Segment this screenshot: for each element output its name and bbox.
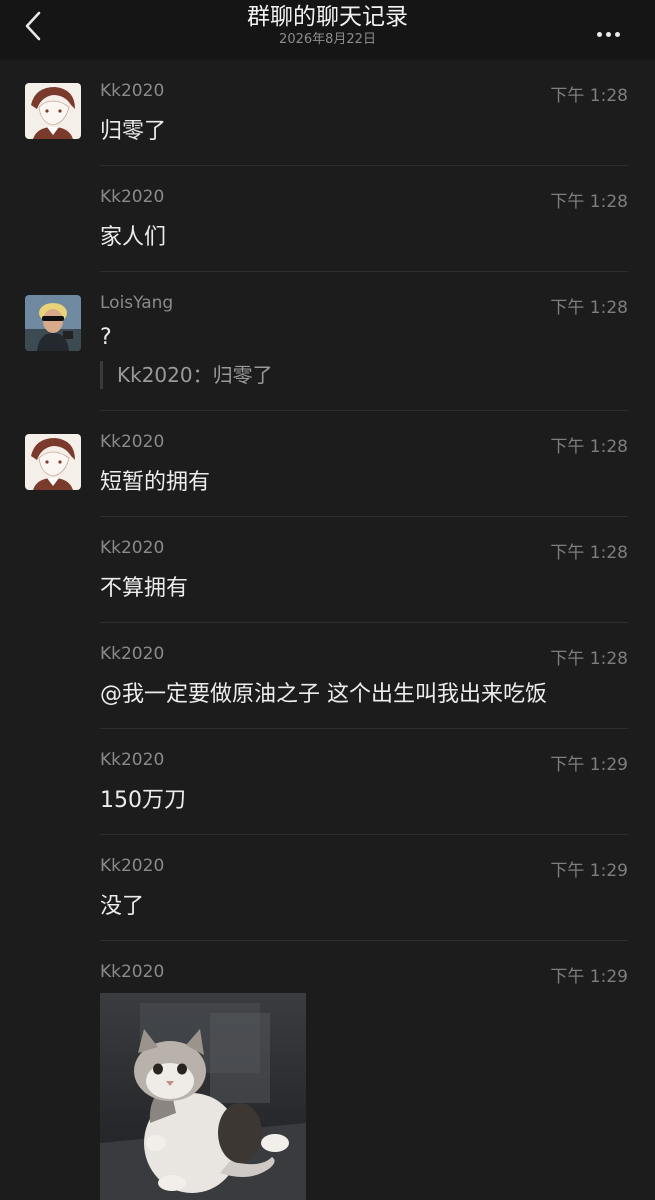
sender-name: Kk2020 <box>100 962 165 982</box>
message-text[interactable]: 归零了 <box>100 113 166 145</box>
message-text[interactable]: 150万刀 <box>100 782 186 814</box>
more-options-icon[interactable] <box>597 22 629 37</box>
sender-name: Kk2020 <box>100 187 165 207</box>
header-bar: 群聊的聊天记录 2026年8月22日 <box>0 0 655 60</box>
sender-name: Kk2020 <box>100 432 165 452</box>
message-text[interactable]: 没了 <box>100 888 144 920</box>
divider <box>100 728 628 729</box>
message-time: 下午 1:28 <box>550 649 628 669</box>
message-time: 下午 1:29 <box>550 755 628 775</box>
message-time: 下午 1:28 <box>550 437 628 457</box>
sender-name: Kk2020 <box>100 644 165 664</box>
divider <box>100 271 628 272</box>
divider <box>100 165 628 166</box>
divider <box>100 834 628 835</box>
sender-name: Kk2020 <box>100 856 165 876</box>
message-time: 下午 1:28 <box>550 543 628 563</box>
message-text[interactable]: 家人们 <box>100 219 166 251</box>
avatar-loisyang[interactable] <box>25 295 81 351</box>
message-time: 下午 1:28 <box>550 86 628 106</box>
message-time: 下午 1:28 <box>550 298 628 318</box>
message-text[interactable]: 不算拥有 <box>100 570 188 602</box>
cat-photo-message[interactable] <box>100 993 306 1200</box>
sender-name: Kk2020 <box>100 81 165 101</box>
divider <box>100 622 628 623</box>
sender-name: Kk2020 <box>100 538 165 558</box>
message-time: 下午 1:29 <box>550 967 628 987</box>
page-date: 2026年8月22日 <box>279 32 376 47</box>
avatar-kk2020[interactable] <box>25 83 81 139</box>
divider <box>100 410 628 411</box>
avatar-kk2020[interactable] <box>25 434 81 490</box>
title-block: 群聊的聊天记录 2026年8月22日 <box>0 2 655 48</box>
message-time: 下午 1:28 <box>550 192 628 212</box>
message-text[interactable]: @我一定要做原油之子 这个出生叫我出来吃饭 <box>100 676 547 708</box>
message-text[interactable]: ? <box>100 325 112 350</box>
sender-name: Kk2020 <box>100 750 165 770</box>
message-text[interactable]: 短暂的拥有 <box>100 464 210 496</box>
message-time: 下午 1:29 <box>550 861 628 881</box>
divider <box>100 940 628 941</box>
sender-name: LoisYang <box>100 293 174 313</box>
quoted-message[interactable]: Kk2020：归零了 <box>100 361 273 389</box>
page-title: 群聊的聊天记录 <box>247 4 408 30</box>
divider <box>100 516 628 517</box>
